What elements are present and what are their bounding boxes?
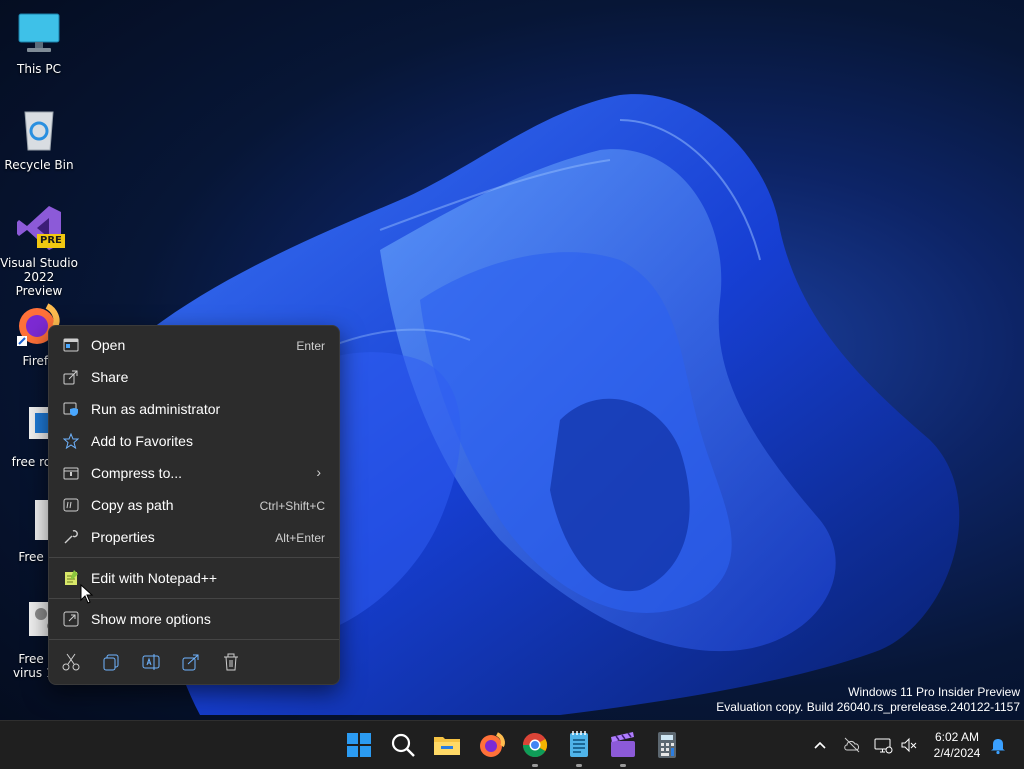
menu-separator (49, 557, 339, 558)
menu-item-compress-to[interactable]: Compress to... › (55, 458, 333, 488)
notepad-icon[interactable] (563, 729, 595, 767)
running-indicator (576, 764, 582, 767)
share-icon[interactable] (180, 651, 202, 673)
running-indicator (532, 764, 538, 767)
menu-item-share[interactable]: Share (55, 362, 333, 392)
menu-item-copy-as-path[interactable]: Copy as path Ctrl+Shift+C (55, 490, 333, 520)
visual-studio-icon: PRE (15, 204, 65, 252)
menu-item-add-to-favorites[interactable]: Add to Favorites (55, 426, 333, 456)
clapper-icon[interactable] (607, 729, 639, 767)
desktop-icon-label: Visual Studio 2022 Preview (0, 256, 78, 298)
delete-icon[interactable] (220, 651, 242, 673)
pre-badge: PRE (37, 234, 65, 248)
desktop-icon-label: Recycle Bin (4, 158, 74, 172)
running-indicator (620, 764, 626, 767)
clock-time: 6:02 AM (934, 730, 980, 744)
mouse-cursor-icon (80, 584, 94, 604)
menu-separator (49, 639, 339, 640)
wrench-icon (63, 529, 79, 545)
desktop-icon-visual-studio[interactable]: PRE Visual Studio 2022 Preview (0, 204, 78, 298)
clock-date: 2/4/2024 (933, 746, 981, 760)
copy-icon[interactable] (100, 651, 122, 673)
menu-item-properties[interactable]: Properties Alt+Enter (55, 522, 333, 552)
notification-bell-icon[interactable] (988, 735, 1008, 755)
evaluation-watermark: Windows 11 Pro Insider Preview Evaluatio… (716, 685, 1020, 715)
menu-item-show-more-options[interactable]: Show more options (55, 604, 333, 634)
context-menu: Open Enter Share Run as administrator Ad… (48, 325, 340, 685)
rename-icon[interactable] (140, 651, 162, 673)
path-icon (63, 497, 79, 513)
calculator-icon[interactable] (651, 729, 683, 761)
notepadpp-icon (63, 570, 79, 586)
cloud-off-icon[interactable] (842, 735, 862, 755)
chevron-up-icon[interactable] (810, 735, 830, 755)
chrome-icon[interactable] (519, 729, 551, 767)
shield-icon (63, 401, 79, 417)
file-explorer-icon[interactable] (431, 729, 463, 761)
watermark-line-2: Evaluation copy. Build 26040.rs_prerelea… (716, 700, 1020, 714)
archive-icon (63, 465, 79, 481)
start-icon[interactable] (343, 729, 375, 761)
chevron-right-icon: › (316, 464, 321, 480)
watermark-line-1: Windows 11 Pro Insider Preview (848, 685, 1020, 699)
recycle-bin-icon (15, 106, 63, 154)
desktop-icon-label: This PC (17, 62, 61, 76)
cut-icon[interactable] (60, 651, 82, 673)
more-options-icon (63, 611, 79, 627)
network-icon[interactable] (873, 735, 893, 755)
star-icon (62, 432, 80, 450)
share-icon (63, 369, 79, 385)
firefox-icon[interactable] (475, 729, 507, 761)
monitor-icon (15, 10, 63, 58)
desktop-icon-recycle-bin[interactable]: Recycle Bin (0, 106, 78, 172)
volume-mute-icon[interactable] (899, 735, 919, 755)
menu-item-edit-with-notepadpp[interactable]: Edit with Notepad++ (55, 563, 333, 593)
menu-item-open[interactable]: Open Enter (55, 330, 333, 360)
system-clock[interactable]: 6:02 AM 2/4/2024 (928, 729, 986, 761)
open-icon (63, 337, 79, 353)
taskbar: 6:02 AM 2/4/2024 (0, 720, 1024, 769)
menu-item-run-as-administrator[interactable]: Run as administrator (55, 394, 333, 424)
search-icon[interactable] (387, 729, 419, 761)
desktop-icon-this-pc[interactable]: This PC (0, 10, 78, 76)
